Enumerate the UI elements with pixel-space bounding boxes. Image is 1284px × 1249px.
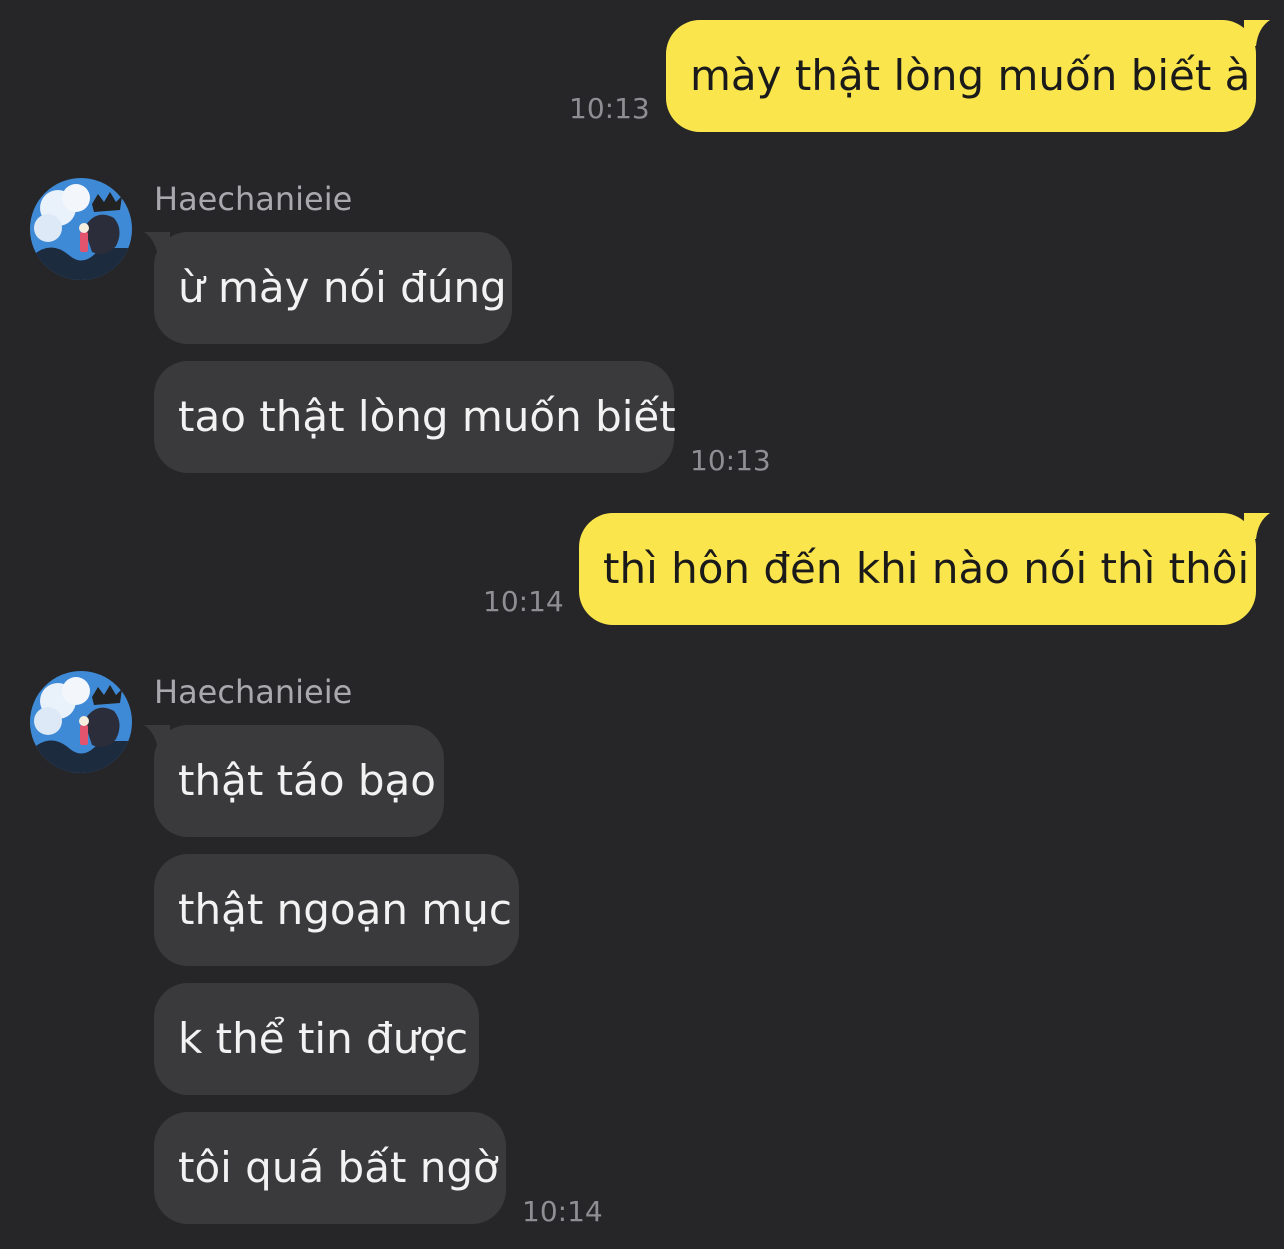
- incoming-message-bubble[interactable]: tôi quá bất ngờ: [154, 1112, 506, 1224]
- avatar[interactable]: [30, 671, 132, 773]
- incoming-message-bubble[interactable]: tao thật lòng muốn biết: [154, 361, 676, 473]
- avatar-photo-icon: [30, 671, 132, 773]
- bubble-tail-icon: [1244, 513, 1270, 539]
- incoming-message-bubble[interactable]: thật táo bạo: [154, 725, 444, 837]
- bubble-tail-icon: [1244, 20, 1270, 46]
- incoming-message-bubble[interactable]: thật ngoạn mục: [154, 854, 519, 966]
- sender-name: Haechanieie: [154, 673, 353, 711]
- message-timestamp: 10:13: [690, 444, 771, 477]
- incoming-message-bubble[interactable]: k thể tin được: [154, 983, 479, 1095]
- avatar-photo-icon: [30, 178, 132, 280]
- incoming-message-bubble[interactable]: ừ mày nói đúng: [154, 232, 512, 344]
- outgoing-message-bubble[interactable]: thì hôn đến khi nào nói thì thôi: [579, 513, 1256, 625]
- message-timestamp: 10:13: [569, 92, 650, 125]
- sender-name: Haechanieie: [154, 180, 353, 218]
- message-timestamp: 10:14: [483, 585, 564, 618]
- outgoing-message-bubble[interactable]: mày thật lòng muốn biết à: [666, 20, 1256, 132]
- message-timestamp: 10:14: [522, 1195, 603, 1228]
- avatar[interactable]: [30, 178, 132, 280]
- chat-thread[interactable]: mày thật lòng muốn biết à 10:13 Haechani…: [0, 0, 1284, 1249]
